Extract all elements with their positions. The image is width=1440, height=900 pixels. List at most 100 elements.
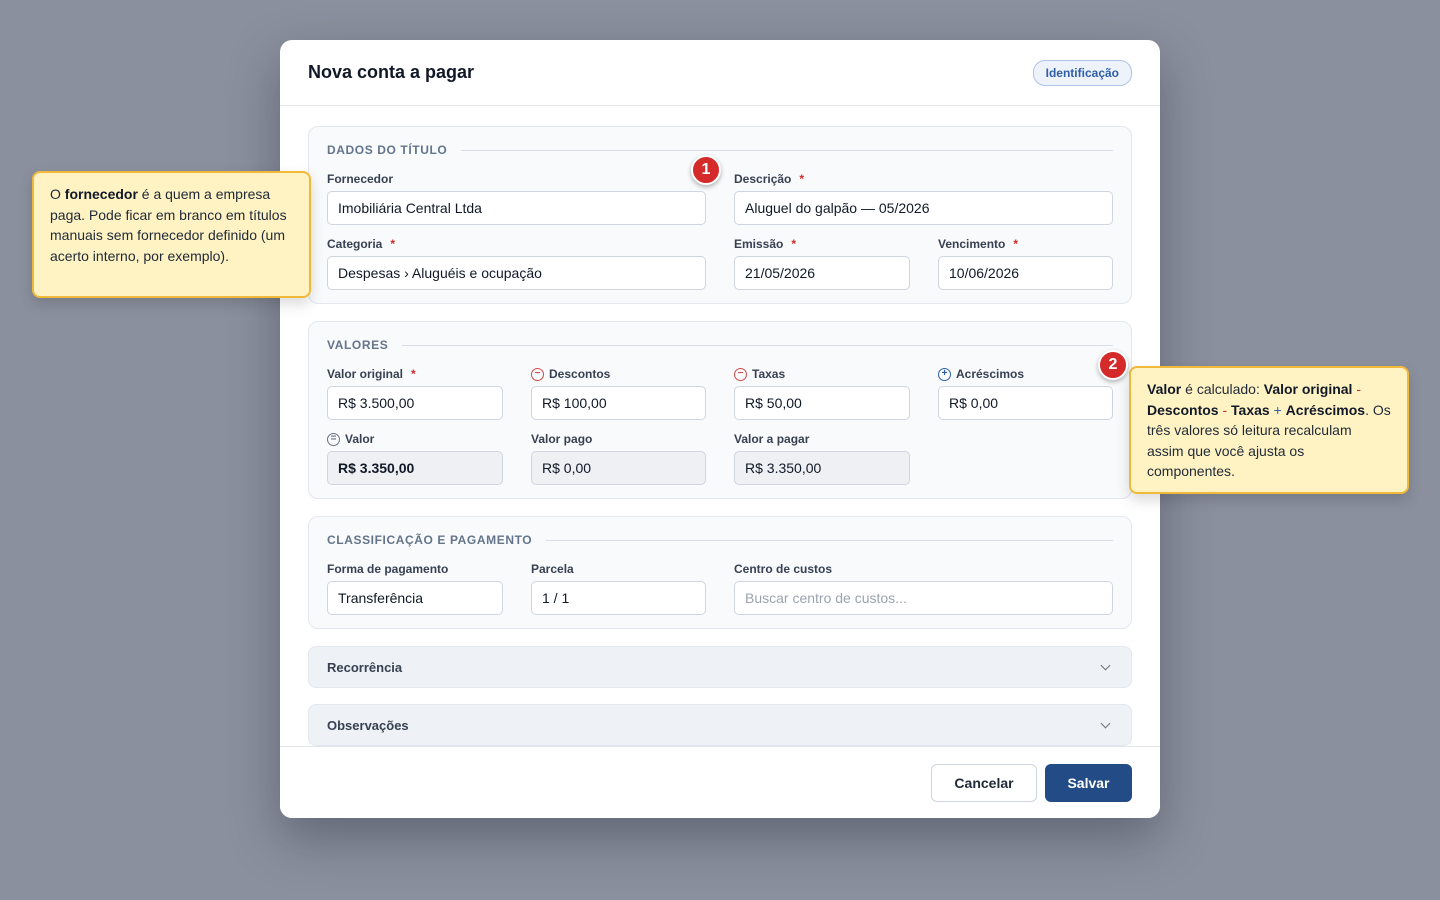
- required-mark: *: [799, 172, 805, 186]
- section-dados-titulo: DADOS DO TÍTULO Fornecedor Imobiliária C…: [308, 126, 1132, 304]
- emissao-value: 21/05/2026: [745, 265, 816, 281]
- valor-pago-value: R$ 0,00: [542, 460, 592, 476]
- required-mark: *: [1013, 237, 1019, 251]
- required-mark: *: [390, 237, 396, 251]
- acrescimos-field: + Acréscimos R$ 0,00: [938, 366, 1113, 420]
- section-valores: VALORES Valor original * R$ 3.500,00 − Des…: [308, 321, 1132, 499]
- divider: [461, 149, 1113, 151]
- forma-pagamento-select[interactable]: Transferência: [327, 581, 503, 615]
- recorrencia-accordion[interactable]: Recorrência: [308, 646, 1132, 688]
- valor-readonly: R$ 3.350,00: [327, 451, 503, 485]
- valor-original-label: Valor original: [327, 367, 404, 381]
- taxas-value: R$ 50,00: [745, 395, 802, 411]
- descricao-input[interactable]: Aluguel do galpão — 05/2026: [734, 191, 1113, 225]
- fornecedor-value: Imobiliária Central Ltda: [338, 200, 482, 216]
- descricao-value: Aluguel do galpão — 05/2026: [745, 200, 930, 216]
- step-marker-2: 2: [1098, 350, 1128, 380]
- acrescimos-label: Acréscimos: [956, 367, 1025, 381]
- section-title: VALORES: [327, 338, 389, 352]
- categoria-label: Categoria: [327, 237, 383, 251]
- taxas-input[interactable]: R$ 50,00: [734, 386, 910, 420]
- valor-pago-label: Valor pago: [531, 432, 593, 446]
- step-marker-1: 1: [691, 155, 721, 185]
- descontos-field: − Descontos R$ 100,00: [531, 366, 706, 420]
- emissao-label: Emissão: [734, 237, 784, 251]
- valor-original-input[interactable]: R$ 3.500,00: [327, 386, 503, 420]
- valor-label: Valor: [345, 432, 375, 446]
- callout-operator: -: [1218, 401, 1232, 418]
- cancel-button[interactable]: Cancelar: [931, 764, 1037, 802]
- centro-custos-field: Centro de custos Buscar centro de custos…: [734, 561, 1113, 615]
- chevron-down-icon: [1100, 718, 1111, 728]
- acrescimos-input[interactable]: R$ 0,00: [938, 386, 1113, 420]
- vencimento-value: 10/06/2026: [949, 265, 1020, 281]
- modal-footer: Cancelar Salvar: [280, 746, 1160, 818]
- callout-text: O: [50, 186, 65, 202]
- descontos-input[interactable]: R$ 100,00: [531, 386, 706, 420]
- callout-operator: -: [1352, 381, 1362, 397]
- plus-circle-icon: +: [938, 367, 951, 381]
- categoria-field: Categoria * Despesas › Aluguéis e ocupaçã…: [327, 236, 706, 290]
- emissao-field: Emissão * 21/05/2026: [734, 236, 910, 290]
- parcela-label: Parcela: [531, 562, 574, 576]
- callout-fornecedor: O fornecedor é a quem a empresa paga. Po…: [32, 171, 311, 298]
- step-badge: Identificação: [1032, 59, 1132, 86]
- fornecedor-field: Fornecedor Imobiliária Central Ltda: [327, 171, 706, 225]
- descricao-field: Descrição * Aluguel do galpão — 05/2026: [734, 171, 1113, 225]
- acrescimos-value: R$ 0,00: [949, 395, 999, 411]
- section-title: CLASSIFICAÇÃO E PAGAMENTO: [327, 533, 533, 547]
- emissao-date-input[interactable]: 21/05/2026: [734, 256, 910, 290]
- valor-a-pagar-label: Valor a pagar: [734, 432, 810, 446]
- callout-text: é calculado:: [1181, 381, 1264, 397]
- callout-bold: Taxas: [1231, 401, 1270, 418]
- divider: [402, 344, 1113, 346]
- callout-bold: fornecedor: [64, 186, 138, 202]
- fornecedor-input[interactable]: Imobiliária Central Ltda: [327, 191, 706, 225]
- modal-header: Nova conta a pagar Identificação: [280, 40, 1160, 106]
- equals-circle-icon: =: [327, 432, 340, 446]
- valor-field: = Valor R$ 3.350,00: [327, 431, 503, 485]
- parcela-field: Parcela 1 / 1: [531, 561, 706, 615]
- minus-circle-icon: −: [734, 367, 747, 381]
- observacoes-label: Observações: [327, 717, 409, 733]
- required-mark: *: [791, 237, 797, 251]
- callout-bold: Valor: [1147, 381, 1182, 397]
- callout-operator: +: [1269, 401, 1286, 418]
- vencimento-field: Vencimento * 10/06/2026: [938, 236, 1113, 290]
- callout-bold: Descontos: [1147, 401, 1219, 418]
- descricao-label: Descrição: [734, 172, 792, 186]
- modal-title: Nova conta a pagar: [308, 62, 475, 82]
- recorrencia-label: Recorrência: [327, 659, 403, 675]
- centro-custos-placeholder: Buscar centro de custos...: [745, 590, 907, 606]
- callout-valor-calculado: Valor é calculado: Valor original - Desc…: [1129, 366, 1409, 494]
- vencimento-label: Vencimento: [938, 237, 1006, 251]
- valor-a-pagar-value: R$ 3.350,00: [745, 460, 822, 476]
- valor-a-pagar-readonly: R$ 3.350,00: [734, 451, 910, 485]
- taxas-field: − Taxas R$ 50,00: [734, 366, 910, 420]
- centro-custos-search-input[interactable]: Buscar centro de custos...: [734, 581, 1113, 615]
- callout-bold: Acréscimos: [1285, 401, 1366, 418]
- chevron-down-icon: [1100, 660, 1111, 670]
- valor-original-value: R$ 3.500,00: [338, 395, 415, 411]
- valor-original-field: Valor original * R$ 3.500,00: [327, 366, 503, 420]
- centro-custos-label: Centro de custos: [734, 562, 833, 576]
- required-mark: *: [411, 367, 416, 381]
- parcela-input[interactable]: 1 / 1: [531, 581, 706, 615]
- descontos-label: Descontos: [549, 367, 611, 381]
- forma-pagamento-value: Transferência: [338, 590, 424, 606]
- section-classificacao-pagamento: CLASSIFICAÇÃO E PAGAMENTO Forma de pagam…: [308, 516, 1132, 629]
- divider: [546, 539, 1113, 541]
- parcela-value: 1 / 1: [542, 590, 570, 606]
- vencimento-date-input[interactable]: 10/06/2026: [938, 256, 1113, 290]
- descontos-value: R$ 100,00: [542, 395, 607, 411]
- forma-pagamento-field: Forma de pagamento Transferência: [327, 561, 503, 615]
- valor-a-pagar-field: Valor a pagar R$ 3.350,00: [734, 431, 910, 485]
- observacoes-accordion[interactable]: Observações: [308, 704, 1132, 746]
- callout-bold: Valor original: [1263, 381, 1353, 397]
- save-button[interactable]: Salvar: [1045, 764, 1132, 802]
- new-payable-modal: Nova conta a pagar Identificação DADOS D…: [280, 40, 1160, 818]
- valor-value: R$ 3.350,00: [338, 460, 415, 476]
- valor-pago-readonly: R$ 0,00: [531, 451, 706, 485]
- minus-circle-icon: −: [531, 367, 544, 381]
- categoria-select[interactable]: Despesas › Aluguéis e ocupação: [327, 256, 706, 290]
